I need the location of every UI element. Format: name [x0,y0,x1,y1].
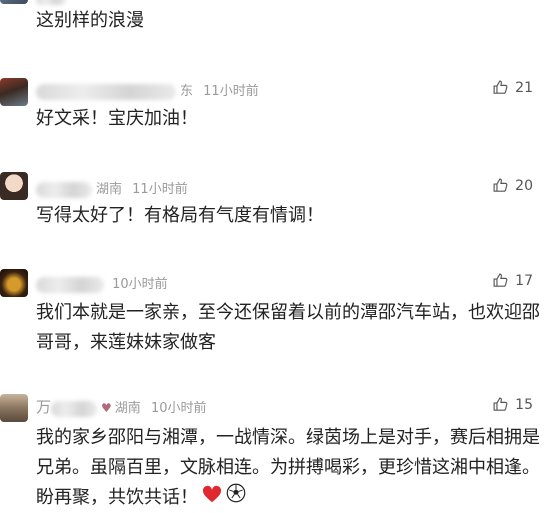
comment-text: 我们本就是一家亲，至今还保留着以前的潭邵汽车站，也欢迎邵哥哥，来莲妹妹家做客 [36,302,540,353]
heart-icon [202,483,222,513]
like-button[interactable]: 20 [492,177,533,194]
comment-meta: 湖南 11小时前 [36,178,188,198]
comment-meta: 10小时前 [36,273,168,293]
comment-region: 湖南 [96,182,123,197]
soccer-ball-icon [226,483,246,513]
blurred-username [36,276,104,293]
comment-time: 10小时前 [150,401,207,416]
like-count: 21 [515,79,533,96]
avatar[interactable] [0,269,28,297]
comment-username-prefix: 万 [36,398,52,416]
comment-text: 写得太好了！有格局有气度有情调！ [36,205,324,226]
heart-icon: ♥ [101,401,112,415]
comment-meta: 万 ♥ 湖南 10小时前 [36,396,206,417]
blurred-username [36,0,66,5]
like-button[interactable]: 15 [492,396,533,413]
like-count: 15 [515,396,533,413]
blurred-username [36,83,176,100]
avatar[interactable] [0,0,28,4]
like-button[interactable]: 17 [492,272,533,289]
comment-time: 11小时前 [203,84,259,99]
avatar[interactable] [0,172,28,200]
comment-region: 湖南 [114,401,141,416]
like-button[interactable]: 21 [492,79,533,96]
blurred-username [51,400,98,417]
thumbs-up-icon [493,178,508,192]
like-count: 17 [515,272,533,289]
thumbs-up-icon [493,80,508,94]
comment-time: 11小时前 [132,182,188,197]
thumbs-up-icon [493,273,508,287]
comment-text-body: 我的家乡邵阳与湘潭，一战情深。绿茵场上是对手，赛后相拥是兄弟。虽隔百里，文脉相连… [36,427,540,508]
comment-time: 10小时前 [112,277,168,292]
comment-text: 我的家乡邵阳与湘潭，一战情深。绿茵场上是对手，赛后相拥是兄弟。虽隔百里，文脉相连… [36,423,541,513]
avatar[interactable] [0,78,28,106]
comment-text: 好文采！宝庆加油！ [36,108,198,129]
comment-meta: 东 11小时前 [36,80,259,100]
comment-region: 东 [180,84,194,99]
comment-text: 这别样的浪漫 [36,10,144,31]
blurred-username [36,181,92,198]
avatar[interactable] [0,394,28,422]
like-count: 20 [515,177,533,194]
thumbs-up-icon [493,397,508,411]
